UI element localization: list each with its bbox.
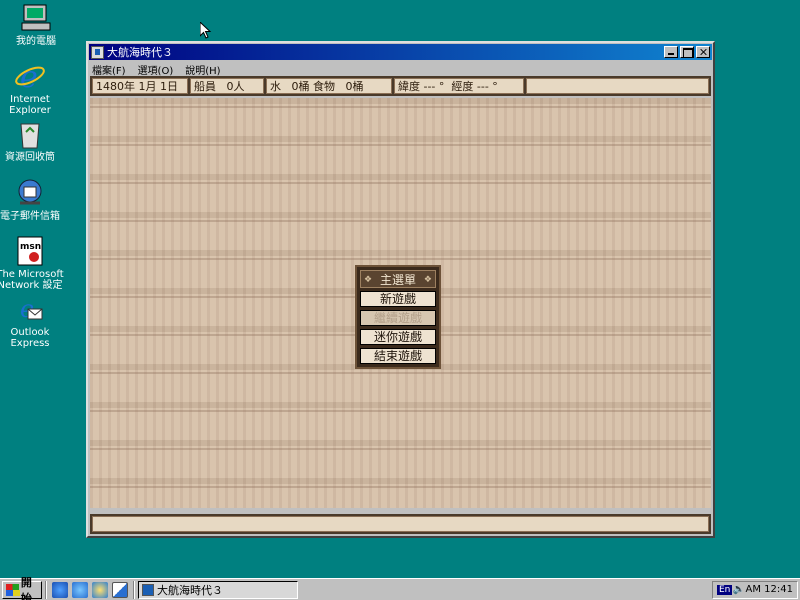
message-bar	[90, 514, 711, 534]
desktop-icon-label: 我的電腦	[16, 36, 56, 47]
status-bar: 1480年 1月 1日 船員 0人 水 0桶 食物 0桶 緯度 --- ° 經度…	[90, 76, 711, 96]
desktop-icon-internet-explorer[interactable]: e Internet Explorer	[0, 60, 66, 116]
window-title: 大航海時代３	[107, 46, 173, 59]
maximize-button[interactable]	[680, 46, 694, 58]
game-window[interactable]: 大航海時代３ 檔案(F) 選項(O) 說明(H) 1480年 1月 1日 船員 …	[86, 41, 715, 538]
new-game-button[interactable]: 新遊戲	[360, 291, 436, 307]
quicklaunch-show-desktop-icon[interactable]	[112, 581, 128, 598]
status-empty	[526, 78, 709, 94]
system-tray: En 🔈 AM 12:41	[712, 580, 798, 599]
quicklaunch-outlook-icon[interactable]	[72, 581, 88, 598]
taskbar-divider	[133, 580, 135, 599]
game-area[interactable]: 主選單 新遊戲 繼續遊戲 迷你遊戲 結束遊戲	[90, 98, 711, 508]
clock[interactable]: AM 12:41	[746, 584, 793, 595]
inbox-icon	[14, 177, 46, 209]
window-titlebar[interactable]: 大航海時代３	[89, 44, 712, 60]
msn-setup-icon: msn	[14, 235, 46, 267]
main-menu-title: 主選單	[360, 270, 436, 289]
mouse-cursor-icon	[200, 22, 212, 39]
taskbar-window-label: 大航海時代３	[157, 583, 223, 597]
status-crew: 船員 0人	[190, 78, 264, 94]
app-icon	[142, 583, 154, 596]
desktop-icon-label: Outlook Express	[10, 327, 50, 349]
menu-help[interactable]: 說明(H)	[185, 62, 220, 77]
desktop-icon-label: Internet Explorer	[9, 94, 51, 116]
desktop-icon-label: 資源回收筒	[5, 152, 55, 163]
desktop-icon-label: The Microsoft Network 設定	[0, 269, 64, 291]
mini-game-button[interactable]: 迷你遊戲	[360, 329, 436, 345]
desktop-icon-inbox[interactable]: 電子郵件信箱	[0, 177, 66, 222]
language-indicator[interactable]: En	[717, 584, 733, 595]
desktop-icon-msn-setup[interactable]: msn The Microsoft Network 設定	[0, 235, 66, 291]
menu-options[interactable]: 選項(O)	[138, 62, 174, 77]
quicklaunch-channels-icon[interactable]	[92, 581, 108, 598]
continue-game-button: 繼續遊戲	[360, 310, 436, 326]
desktop-icon-outlook-express[interactable]: e Outlook Express	[0, 293, 66, 349]
start-button[interactable]: 開始	[2, 576, 42, 600]
taskbar: 開始 大航海時代３ En 🔈 AM 12:41	[0, 576, 800, 600]
minimize-button[interactable]	[664, 46, 678, 58]
menu-file[interactable]: 檔案(F)	[92, 62, 126, 77]
speaker-icon[interactable]: 🔈	[733, 584, 745, 595]
status-date: 1480年 1月 1日	[92, 78, 188, 94]
menu-bar: 檔案(F) 選項(O) 說明(H)	[88, 61, 713, 77]
taskbar-window-button[interactable]: 大航海時代３	[138, 580, 298, 599]
close-button[interactable]	[696, 46, 710, 58]
internet-explorer-icon: e	[14, 60, 46, 95]
desktop-icon-label: 電子郵件信箱	[0, 211, 60, 222]
app-icon	[91, 45, 104, 59]
start-label: 開始	[20, 575, 32, 600]
quicklaunch-ie-icon[interactable]	[52, 581, 68, 598]
svg-text:e: e	[20, 60, 38, 92]
recycle-bin-icon	[14, 118, 46, 150]
taskbar-divider	[45, 580, 47, 599]
message-field	[92, 516, 709, 532]
outlook-express-icon: e	[14, 293, 46, 325]
status-coordinates: 緯度 --- ° 經度 --- °	[394, 78, 524, 94]
main-menu: 主選單 新遊戲 繼續遊戲 迷你遊戲 結束遊戲	[355, 265, 441, 369]
svg-text:msn: msn	[20, 242, 41, 252]
exit-game-button[interactable]: 結束遊戲	[360, 348, 436, 364]
status-supplies: 水 0桶 食物 0桶	[266, 78, 392, 94]
desktop-icon-recycle-bin[interactable]: 資源回收筒	[0, 118, 66, 163]
my-computer-icon	[20, 2, 52, 34]
desktop-icon-my-computer[interactable]: 我的電腦	[0, 2, 72, 47]
windows-logo-icon	[6, 583, 20, 596]
